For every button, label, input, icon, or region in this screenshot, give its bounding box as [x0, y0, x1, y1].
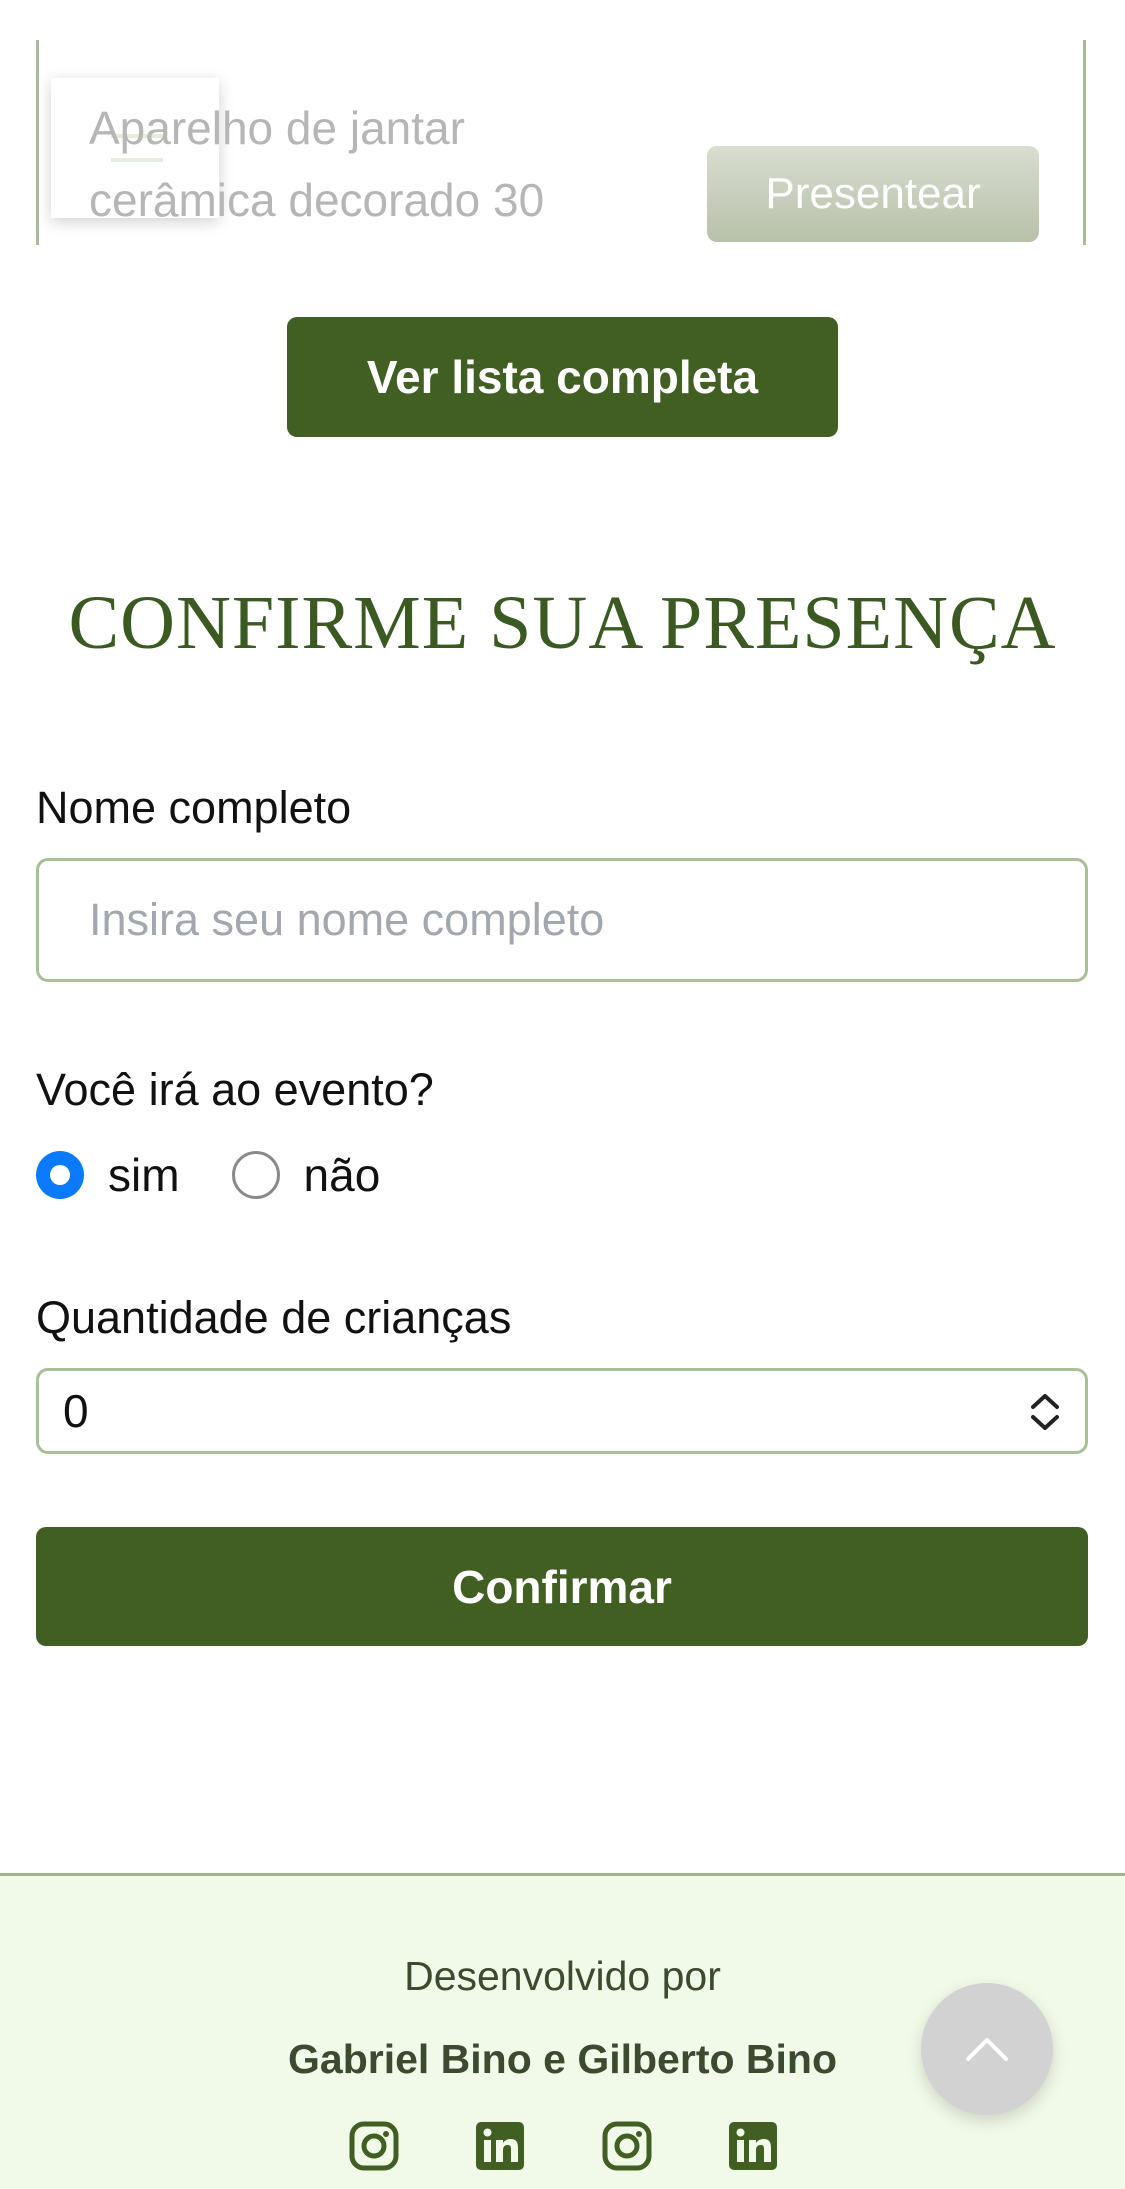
attend-radio-group: sim não	[36, 1145, 432, 1205]
full-name-label: Nome completo	[36, 782, 352, 833]
attend-yes-label[interactable]: sim	[108, 1148, 180, 1202]
present-button[interactable]: Presentear	[707, 146, 1039, 242]
linkedin-icon[interactable]	[474, 2120, 526, 2172]
attend-no-radio[interactable]	[231, 1151, 280, 1199]
full-name-input[interactable]	[36, 858, 1088, 982]
scroll-to-top-button[interactable]	[921, 1983, 1053, 2115]
instagram-icon[interactable]	[601, 2120, 653, 2172]
children-count-label: Quantidade de crianças	[36, 1292, 512, 1343]
chevron-up-icon	[966, 2038, 1008, 2061]
children-count-select[interactable]: 0	[36, 1368, 1088, 1454]
gift-name: Aparelho de jantar cerâmica decorado 30	[89, 102, 545, 226]
attend-no-label[interactable]: não	[304, 1148, 381, 1202]
chevron-up-down-icon	[1031, 1394, 1059, 1430]
confirm-button[interactable]: Confirmar	[36, 1527, 1088, 1646]
attend-question-label: Você irá ao evento?	[36, 1064, 434, 1115]
view-full-list-button[interactable]: Ver lista completa	[287, 317, 838, 437]
linkedin-icon[interactable]	[727, 2120, 779, 2172]
attend-yes-radio[interactable]	[36, 1151, 84, 1199]
rsvp-title: CONFIRME SUA PRESENÇA	[68, 581, 1057, 665]
gift-card: Aparelho de jantar cerâmica decorado 30 …	[36, 40, 1086, 245]
children-count-value: 0	[63, 1385, 89, 1437]
instagram-icon[interactable]	[348, 2120, 400, 2172]
